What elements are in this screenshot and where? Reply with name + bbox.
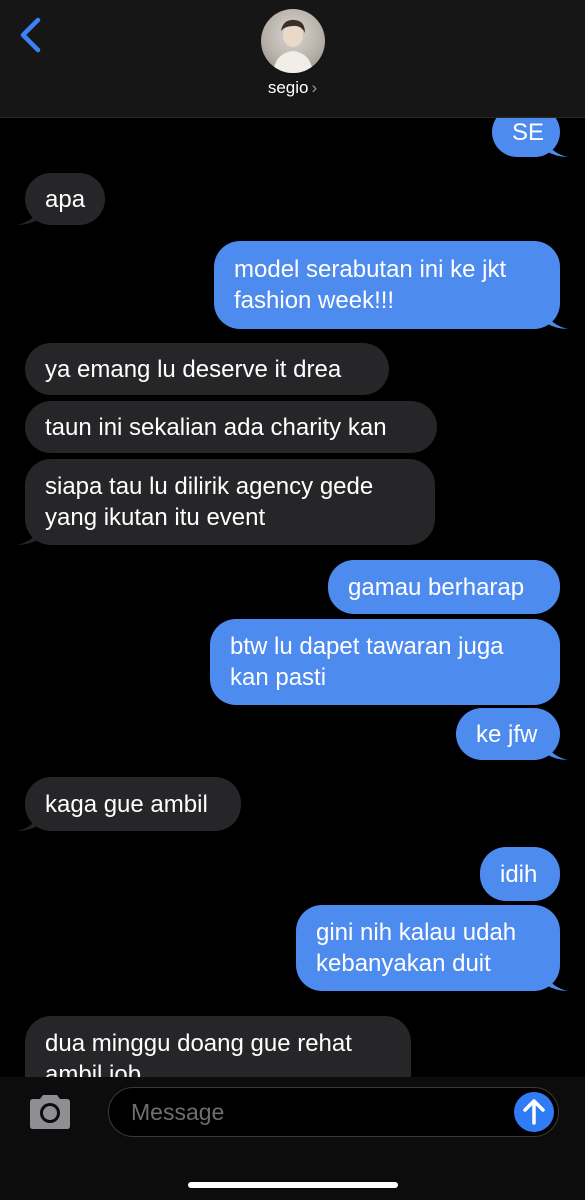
- bubble-tail-icon: [17, 527, 39, 545]
- incoming-message-bubble[interactable]: taun ini sekalian ada charity kan: [25, 401, 437, 453]
- message-field[interactable]: [108, 1087, 559, 1137]
- incoming-message-bubble[interactable]: siapa tau lu dilirik agency gede yang ik…: [25, 459, 435, 545]
- person-photo-icon: [273, 19, 313, 73]
- bubble-tail-icon: [546, 742, 568, 760]
- bubble-tail-icon: [17, 813, 39, 831]
- outgoing-message-bubble[interactable]: btw lu dapet tawaran juga kan pasti: [210, 619, 560, 705]
- home-indicator: [188, 1182, 398, 1188]
- bubble-tail-icon: [546, 973, 568, 991]
- camera-icon[interactable]: [26, 1092, 74, 1132]
- back-chevron-icon[interactable]: [14, 14, 48, 56]
- outgoing-message-bubble[interactable]: idih: [480, 847, 560, 901]
- bubble-tail-icon: [17, 207, 39, 225]
- arrow-up-icon: [523, 1099, 545, 1125]
- outgoing-message-bubble[interactable]: model serabutan ini ke jkt fashion week!…: [214, 241, 560, 329]
- outgoing-message-bubble[interactable]: gamau berharap: [328, 560, 560, 614]
- outgoing-message-bubble[interactable]: ke jfw: [456, 708, 560, 760]
- incoming-message-bubble[interactable]: ya emang lu deserve it drea: [25, 343, 389, 395]
- chevron-right-icon: ›: [311, 78, 318, 97]
- bubble-tail-icon: [546, 311, 568, 329]
- incoming-message-bubble[interactable]: kaga gue ambil: [25, 777, 241, 831]
- send-button[interactable]: [514, 1092, 554, 1132]
- contact-name: segio: [267, 78, 309, 97]
- conversation-header: segio ›: [0, 0, 585, 118]
- bubble-tail-icon: [546, 139, 568, 157]
- outgoing-message-bubble[interactable]: gini nih kalau udah kebanyakan duit: [296, 905, 560, 991]
- incoming-message-bubble[interactable]: dua minggu doang gue rehat ambil job: [25, 1016, 411, 1077]
- contact-name-button[interactable]: segio ›: [0, 78, 585, 98]
- message-thread[interactable]: SE apa model serabutan ini ke jkt fashion …: [0, 117, 585, 1077]
- message-input[interactable]: [129, 1088, 503, 1137]
- contact-avatar[interactable]: [261, 9, 325, 73]
